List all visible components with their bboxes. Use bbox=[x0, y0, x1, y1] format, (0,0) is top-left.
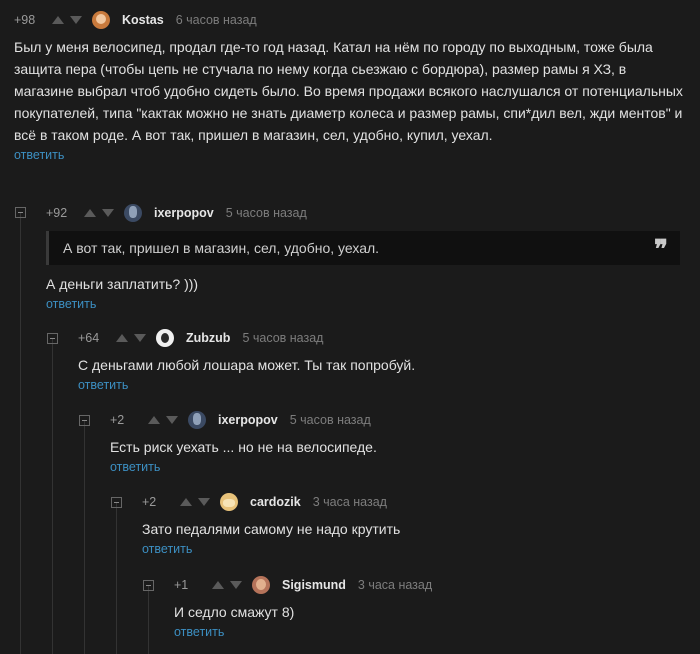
comment-rating: +98 bbox=[14, 13, 36, 27]
thread-line bbox=[148, 585, 149, 654]
downvote-icon[interactable] bbox=[230, 581, 242, 589]
collapse-thread-button[interactable] bbox=[47, 333, 58, 344]
thread-line bbox=[116, 502, 117, 654]
quote-block: А вот так, пришел в магазин, сел, удобно… bbox=[46, 231, 680, 265]
upvote-icon[interactable] bbox=[148, 416, 160, 424]
comment-rating: +1 bbox=[174, 578, 189, 592]
comment: +64 Zubzub 5 часов назад С деньгами любо… bbox=[78, 328, 678, 394]
upvote-icon[interactable] bbox=[212, 581, 224, 589]
comment-username[interactable]: Sigismund bbox=[282, 578, 346, 592]
comment-text: Есть риск уехать ... но не на велосипеде… bbox=[110, 439, 377, 455]
reply-link[interactable]: ответить bbox=[142, 542, 192, 556]
comment-rating: +64 bbox=[78, 331, 100, 345]
vote-controls bbox=[52, 16, 82, 24]
downvote-icon[interactable] bbox=[166, 416, 178, 424]
comment-header: +2 ixerpopov 5 часов назад bbox=[110, 410, 680, 430]
comment-time: 3 часа назад bbox=[357, 578, 433, 592]
comment: +2 ixerpopov 5 часов назад Есть риск уех… bbox=[110, 410, 680, 476]
comment-time: 6 часов назад bbox=[175, 13, 257, 27]
vote-controls bbox=[84, 209, 114, 217]
thread-line bbox=[20, 212, 21, 654]
comment-time: 5 часов назад bbox=[225, 206, 307, 220]
comment-header: +98 Kostas 6 часов назад bbox=[14, 10, 684, 30]
comment-rating: +92 bbox=[46, 206, 68, 220]
collapse-thread-button[interactable] bbox=[79, 415, 90, 426]
comment: +92 ixerpopov 5 часов назад А вот так, п… bbox=[46, 203, 680, 313]
thread-line bbox=[84, 420, 85, 654]
vote-controls bbox=[148, 416, 178, 424]
comment-time: 5 часов назад bbox=[289, 413, 371, 427]
collapse-thread-button[interactable] bbox=[15, 207, 26, 218]
quote-text: А вот так, пришел в магазин, сел, удобно… bbox=[63, 240, 380, 256]
downvote-icon[interactable] bbox=[134, 334, 146, 342]
comment-rating: +2 bbox=[142, 495, 157, 509]
upvote-icon[interactable] bbox=[116, 334, 128, 342]
quote-icon: ❞ bbox=[654, 235, 668, 265]
reply-link[interactable]: ответить bbox=[78, 378, 128, 392]
comment-username[interactable]: ixerpopov bbox=[154, 206, 214, 220]
collapse-thread-button[interactable] bbox=[111, 497, 122, 508]
reply-link[interactable]: ответить bbox=[46, 297, 96, 311]
comment-header: +1 Sigismund 3 часа назад bbox=[174, 575, 684, 595]
upvote-icon[interactable] bbox=[84, 209, 96, 217]
comment-time: 3 часа назад bbox=[312, 495, 387, 509]
upvote-icon[interactable] bbox=[52, 16, 64, 24]
avatar[interactable] bbox=[92, 11, 110, 29]
comment-text: С деньгами любой лошара может. Ты так по… bbox=[78, 357, 416, 373]
avatar[interactable] bbox=[188, 411, 206, 429]
vote-controls bbox=[212, 581, 242, 589]
downvote-icon[interactable] bbox=[102, 209, 114, 217]
thread-line bbox=[52, 338, 53, 654]
comment-username[interactable]: Zubzub bbox=[186, 331, 230, 345]
comment-username[interactable]: ixerpopov bbox=[218, 413, 278, 427]
comment-rating: +2 bbox=[110, 413, 125, 427]
vote-controls bbox=[180, 498, 210, 506]
avatar[interactable] bbox=[156, 329, 174, 347]
comment-text: А деньги заплатить? ))) bbox=[46, 276, 199, 292]
upvote-icon[interactable] bbox=[180, 498, 192, 506]
downvote-icon[interactable] bbox=[70, 16, 82, 24]
reply-link[interactable]: ответить bbox=[14, 148, 64, 162]
comment-header: +92 ixerpopov 5 часов назад bbox=[46, 203, 680, 223]
comment-time: 5 часов назад bbox=[242, 331, 324, 345]
comment-text: Зато педалями самому не надо крутить bbox=[142, 521, 401, 537]
comment-header: +64 Zubzub 5 часов назад bbox=[78, 328, 678, 348]
comment-header: +2 cardozik 3 часа назад bbox=[142, 492, 682, 512]
reply-link[interactable]: ответить bbox=[174, 625, 224, 639]
comment-username[interactable]: Kostas bbox=[122, 13, 164, 27]
avatar[interactable] bbox=[124, 204, 142, 222]
collapse-thread-button[interactable] bbox=[143, 580, 154, 591]
comment-text: И седло смажут 8) bbox=[174, 604, 295, 620]
comment: +98 Kostas 6 часов назад Был у меня вело… bbox=[14, 10, 684, 164]
comment-text: Был у меня велосипед, продал где-то год … bbox=[14, 39, 683, 143]
downvote-icon[interactable] bbox=[198, 498, 210, 506]
avatar[interactable] bbox=[220, 493, 238, 511]
comment-username[interactable]: cardozik bbox=[250, 495, 301, 509]
comment: +1 Sigismund 3 часа назад И седло смажут… bbox=[174, 575, 684, 641]
vote-controls bbox=[116, 334, 146, 342]
comment: +2 cardozik 3 часа назад Зато педалями с… bbox=[142, 492, 682, 558]
avatar[interactable] bbox=[252, 576, 270, 594]
reply-link[interactable]: ответить bbox=[110, 460, 160, 474]
